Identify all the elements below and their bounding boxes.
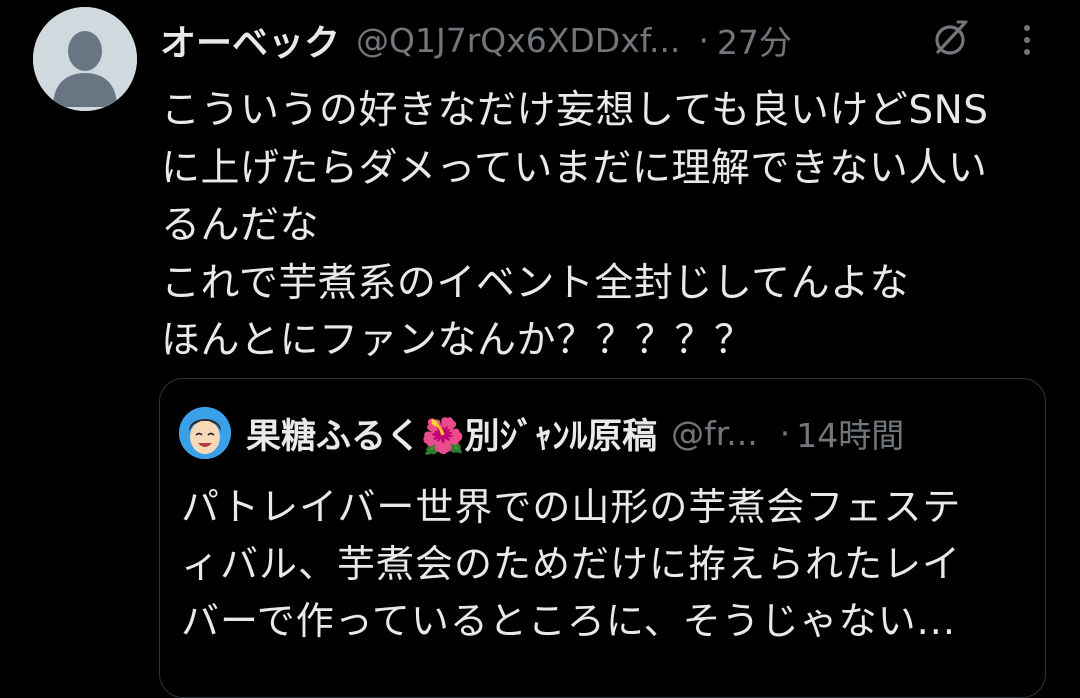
author-display-name[interactable]: オーベック	[160, 14, 340, 66]
author-handle[interactable]: @Q1J7rQx6XDDxf...	[356, 21, 680, 60]
tweet-header: オーベック @Q1J7rQx6XDDxf... · 27分	[160, 14, 1040, 66]
quoted-author-handle[interactable]: @fr...	[671, 414, 758, 453]
quoted-tweet-card[interactable]: 果糖ふるく🌺別ｼﾞｬﾝﾙ原稿 @fr... · 14時間 パトレイバー世界での山…	[159, 378, 1046, 698]
tweet-body-text: こういうの好きなだけ妄想しても良いけどSNS に上げたらダメっていまだに理解でき…	[161, 88, 989, 363]
tweet-timestamp[interactable]: 27分	[717, 16, 792, 64]
quoted-author-display-name[interactable]: 果糖ふるく🌺別ｼﾞｬﾝﾙ原稿	[246, 408, 657, 459]
more-vertical-icon[interactable]	[1010, 20, 1044, 60]
quoted-author-avatar[interactable]	[179, 407, 231, 459]
quoted-tweet-body-text: パトレイバー世界での山形の芋煮会フェステ ィバル、芋煮会のためだけに拵えられたレ…	[181, 485, 962, 643]
default-avatar-icon	[33, 7, 137, 111]
quoted-tweet-timestamp[interactable]: 14時間	[796, 409, 904, 457]
quoted-tweet-header: 果糖ふるく🌺別ｼﾞｬﾝﾙ原稿 @fr... · 14時間	[246, 407, 1036, 459]
separator-dot: ·	[779, 413, 791, 453]
cartoon-face-avatar-icon	[179, 407, 231, 459]
separator-dot: ·	[698, 20, 709, 60]
grok-icon[interactable]	[930, 18, 970, 58]
author-avatar[interactable]	[33, 7, 137, 111]
